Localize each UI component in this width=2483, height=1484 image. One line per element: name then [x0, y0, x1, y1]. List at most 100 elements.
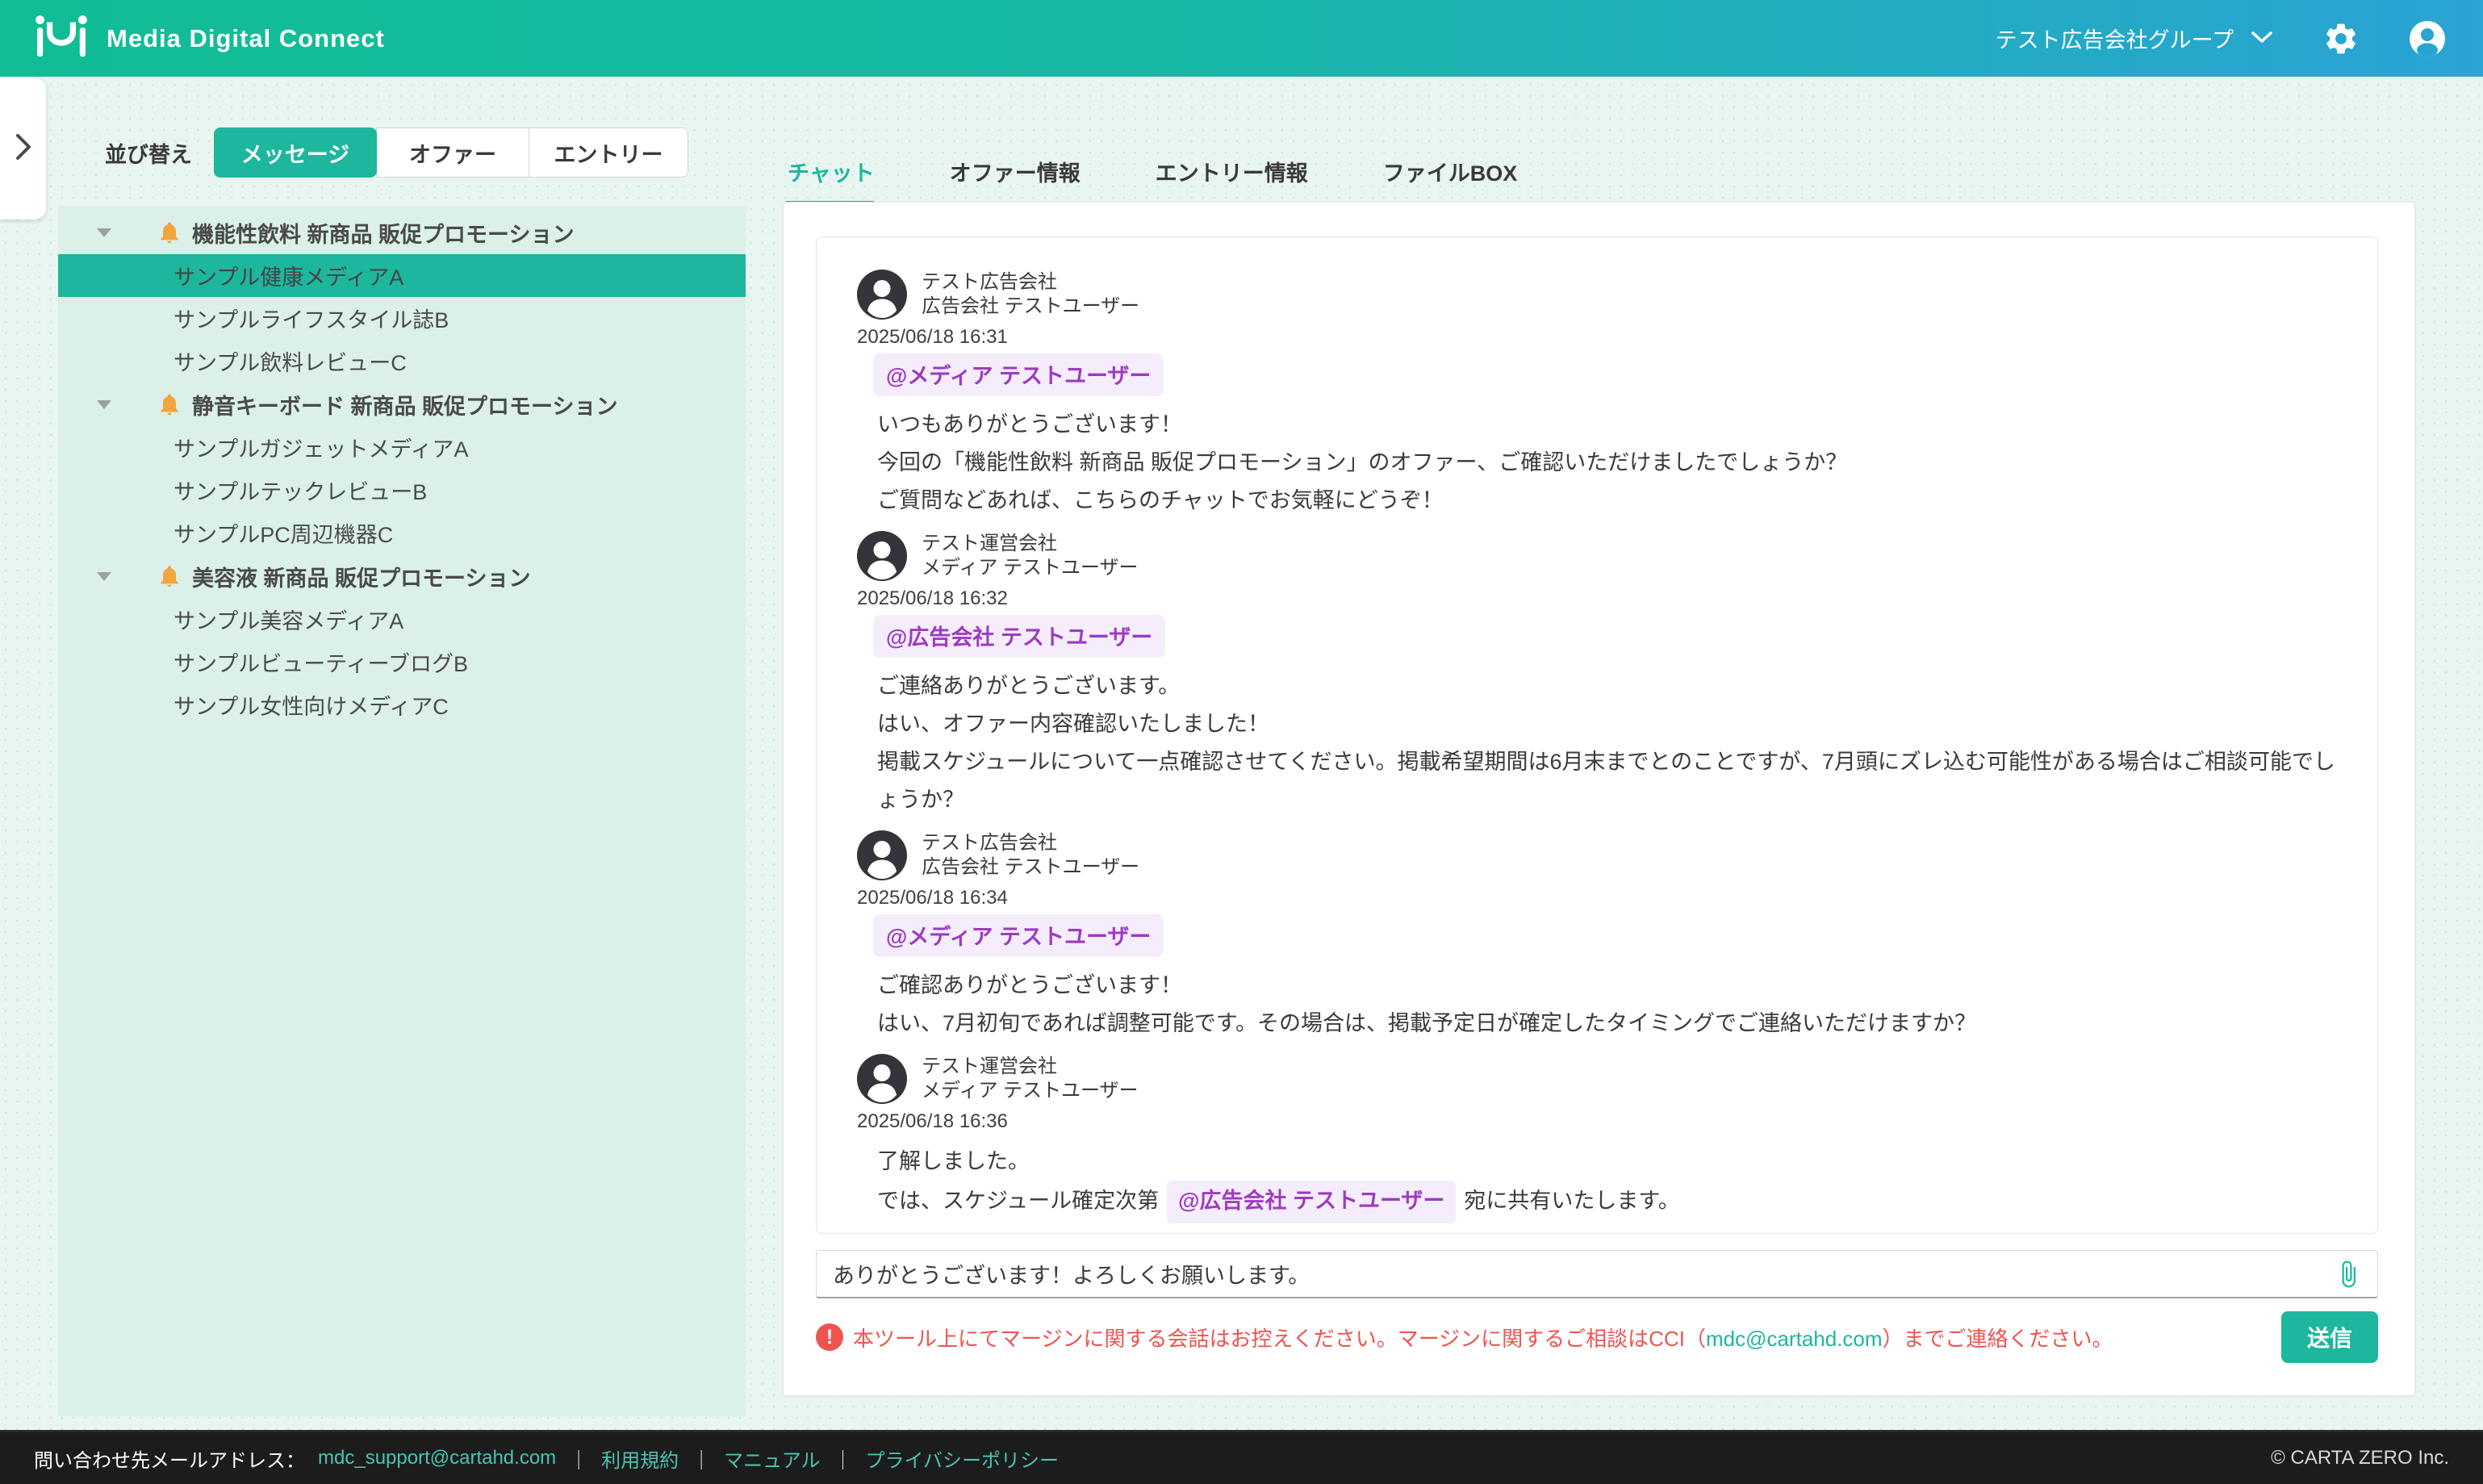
- avatar: [857, 830, 907, 880]
- tree-child-label: サンプル女性向けメディアC: [173, 689, 449, 721]
- paperclip-icon[interactable]: [2334, 1260, 2363, 1289]
- support-email-link[interactable]: mdc_support@cartahd.com: [318, 1447, 556, 1469]
- exclamation-circle-icon: !: [816, 1323, 843, 1351]
- settings-gear-icon[interactable]: [2322, 20, 2360, 57]
- sender-user: 広告会社 テストユーザー: [922, 855, 1139, 880]
- message-body: 了解しました。では、スケジュール確定次第 @広告会社 テストユーザー宛に共有いたし…: [877, 1143, 2337, 1223]
- group-selector-label: テスト広告会社グループ: [1996, 23, 2234, 54]
- tree-child-label: サンプルPC周辺機器C: [173, 517, 393, 549]
- bell-icon: [157, 562, 182, 590]
- message-text: いつもありがとうございます！: [877, 412, 1182, 437]
- tree-child-row[interactable]: サンプルガジェットメディアA: [58, 426, 746, 469]
- message-text: 今回の「機能性飲料 新商品 販促プロモーション」のオファー、ご確認いただけました…: [877, 450, 1847, 474]
- warning-email-link[interactable]: mdc@cartahd.com: [1706, 1327, 1883, 1351]
- group-selector[interactable]: テスト広告会社グループ: [1996, 23, 2274, 54]
- message-text: はい、7月初旬であれば調整可能です。その場合は、掲載予定日が確定したタイミングで…: [877, 1011, 1976, 1035]
- footer-separator: ｜: [692, 1444, 711, 1473]
- avatar: [857, 270, 907, 320]
- tree-child-row[interactable]: サンプル女性向けメディアC: [58, 683, 746, 726]
- message-body: ご連絡ありがとうございます。はい、オファー内容確認いたしました！ 掲載スケジュール…: [877, 667, 2337, 819]
- copyright: © CARTA ZERO Inc.: [2271, 1447, 2449, 1469]
- message-list: テスト広告会社 広告会社 テストユーザー 2025/06/18 16:31 @メ…: [816, 236, 2378, 1234]
- sidebar-collapse-button[interactable]: [0, 78, 46, 219]
- brand-logo-icon: [32, 11, 90, 65]
- mention-chip[interactable]: @メディア テストユーザー: [873, 914, 1164, 957]
- brand: Media Digital Connect: [32, 11, 385, 65]
- composer-footer: ! 本ツール上にてマージンに関する会話はお控えください。マージンに関するご相談は…: [816, 1311, 2378, 1363]
- privacy-policy-link[interactable]: プライバシーポリシー: [865, 1444, 1059, 1473]
- send-button[interactable]: 送信: [2281, 1311, 2378, 1363]
- chat-message: テスト運営会社 メディア テストユーザー 2025/06/18 16:32 @広…: [857, 531, 2337, 819]
- tree-child-row[interactable]: サンプル飲料レビューC: [58, 340, 746, 382]
- message-body: ご確認ありがとうございます！ はい、7月初旬であれば調整可能です。その場合は、掲載…: [877, 967, 2337, 1043]
- avatar: [857, 531, 907, 581]
- chat-message: テスト広告会社 広告会社 テストユーザー 2025/06/18 16:34 @メ…: [857, 830, 2337, 1043]
- app-header: Media Digital Connect テスト広告会社グループ: [0, 0, 2483, 77]
- message-timestamp: 2025/06/18 16:31: [857, 326, 2337, 349]
- tree-child-row[interactable]: サンプルビューティーブログB: [58, 641, 746, 683]
- footer-separator: ｜: [569, 1444, 588, 1473]
- terms-link[interactable]: 利用規約: [601, 1444, 679, 1473]
- mention-chip[interactable]: @広告会社 テストユーザー: [873, 615, 1165, 658]
- mention-chip[interactable]: @メディア テストユーザー: [873, 353, 1164, 396]
- sort-tab-message[interactable]: メッセージ: [214, 127, 377, 178]
- message-text: 宛に共有いたします。: [1464, 1189, 1679, 1213]
- manual-link[interactable]: マニュアル: [724, 1444, 820, 1473]
- sort-tab-entry[interactable]: エントリー: [529, 127, 688, 178]
- tree-child-label: サンプルビューティーブログB: [173, 646, 468, 678]
- message-text: はい、オファー内容確認いたしました！: [877, 712, 1269, 736]
- message-text: ご質問などあれば、こちらのチャットでお気軽にどうぞ！: [877, 488, 1444, 512]
- sort-tab-offer[interactable]: オファー: [376, 127, 529, 178]
- app-title: Media Digital Connect: [107, 24, 385, 53]
- tree-group-row[interactable]: 機能性飲料 新商品 販促プロモーション: [58, 211, 746, 254]
- caret-down-icon[interactable]: [97, 228, 111, 237]
- message-text: 了解しました。: [877, 1149, 1030, 1173]
- message-text: では、スケジュール確定次第: [877, 1189, 1159, 1213]
- chat-panel: テスト広告会社 広告会社 テストユーザー 2025/06/18 16:31 @メ…: [783, 202, 2415, 1396]
- user-account-icon[interactable]: [2408, 19, 2447, 58]
- tree-child-row[interactable]: サンプル健康メディアA: [58, 254, 746, 297]
- tab-chat[interactable]: チャット: [788, 156, 875, 187]
- message-timestamp: 2025/06/18 16:34: [857, 887, 2337, 909]
- tab-offer-info[interactable]: オファー情報: [950, 156, 1081, 187]
- message-text: ご連絡ありがとうございます。: [877, 674, 1180, 698]
- app-footer: 問い合わせ先メールアドレス： mdc_support@cartahd.com ｜…: [0, 1430, 2483, 1484]
- composer: [816, 1250, 2378, 1298]
- chevron-right-icon: [13, 131, 34, 167]
- sender-company: テスト広告会社: [922, 270, 1139, 295]
- sender-user: 広告会社 テストユーザー: [922, 295, 1139, 319]
- tree-group-row[interactable]: 静音キーボード 新商品 販促プロモーション: [58, 382, 746, 426]
- contact-label: 問い合わせ先メールアドレス：: [34, 1444, 305, 1473]
- sort-segmented-control: メッセージ オファー エントリー: [215, 127, 688, 178]
- tree-child-label: サンプルライフスタイル誌B: [173, 303, 449, 334]
- tree-child-row[interactable]: サンプル美容メディアA: [58, 598, 746, 641]
- bell-icon: [157, 219, 182, 246]
- tree-group-label: 機能性飲料 新商品 販促プロモーション: [192, 217, 574, 249]
- tree-child-label: サンプル健康メディアA: [173, 260, 403, 291]
- tree-child-label: サンプル飲料レビューC: [173, 345, 407, 377]
- message-text: 掲載スケジュールについて一点確認させてください。掲載希望期間は6月末までとのこと…: [877, 750, 2335, 812]
- sender-user: メディア テストユーザー: [922, 1079, 1139, 1103]
- tree-group-label: 静音キーボード 新商品 販促プロモーション: [192, 389, 617, 420]
- caret-down-icon[interactable]: [97, 400, 111, 409]
- caret-down-icon[interactable]: [97, 572, 111, 581]
- message-input[interactable]: [833, 1261, 2334, 1286]
- tree-child-row[interactable]: サンプルPC周辺機器C: [58, 512, 746, 554]
- chat-message: テスト広告会社 広告会社 テストユーザー 2025/06/18 16:31 @メ…: [857, 270, 2337, 520]
- tree-group-row[interactable]: 美容液 新商品 販促プロモーション: [58, 554, 746, 598]
- sender-company: テスト運営会社: [922, 1055, 1139, 1079]
- tab-filebox[interactable]: ファイルBOX: [1383, 156, 1518, 187]
- bell-icon: [157, 391, 182, 418]
- message-body: いつもありがとうございます！ 今回の「機能性飲料 新商品 販促プロモーション」のオ…: [877, 406, 2337, 520]
- tab-entry-info[interactable]: エントリー情報: [1156, 156, 1308, 187]
- sender-user: メディア テストユーザー: [922, 556, 1139, 580]
- avatar: [857, 1054, 907, 1104]
- mention-chip-inline[interactable]: @広告会社 テストユーザー: [1167, 1181, 1456, 1223]
- message-text: ご確認ありがとうございます！: [877, 973, 1182, 997]
- chevron-down-icon: [2250, 26, 2274, 51]
- tree-child-row[interactable]: サンプルライフスタイル誌B: [58, 297, 746, 340]
- tree-child-row[interactable]: サンプルテックレビューB: [58, 469, 746, 512]
- message-timestamp: 2025/06/18 16:36: [857, 1110, 2337, 1133]
- margin-warning-text: 本ツール上にてマージンに関する会話はお控えください。マージンに関するご相談はCC…: [853, 1323, 2113, 1352]
- tree-group-label: 美容液 新商品 販促プロモーション: [192, 561, 530, 592]
